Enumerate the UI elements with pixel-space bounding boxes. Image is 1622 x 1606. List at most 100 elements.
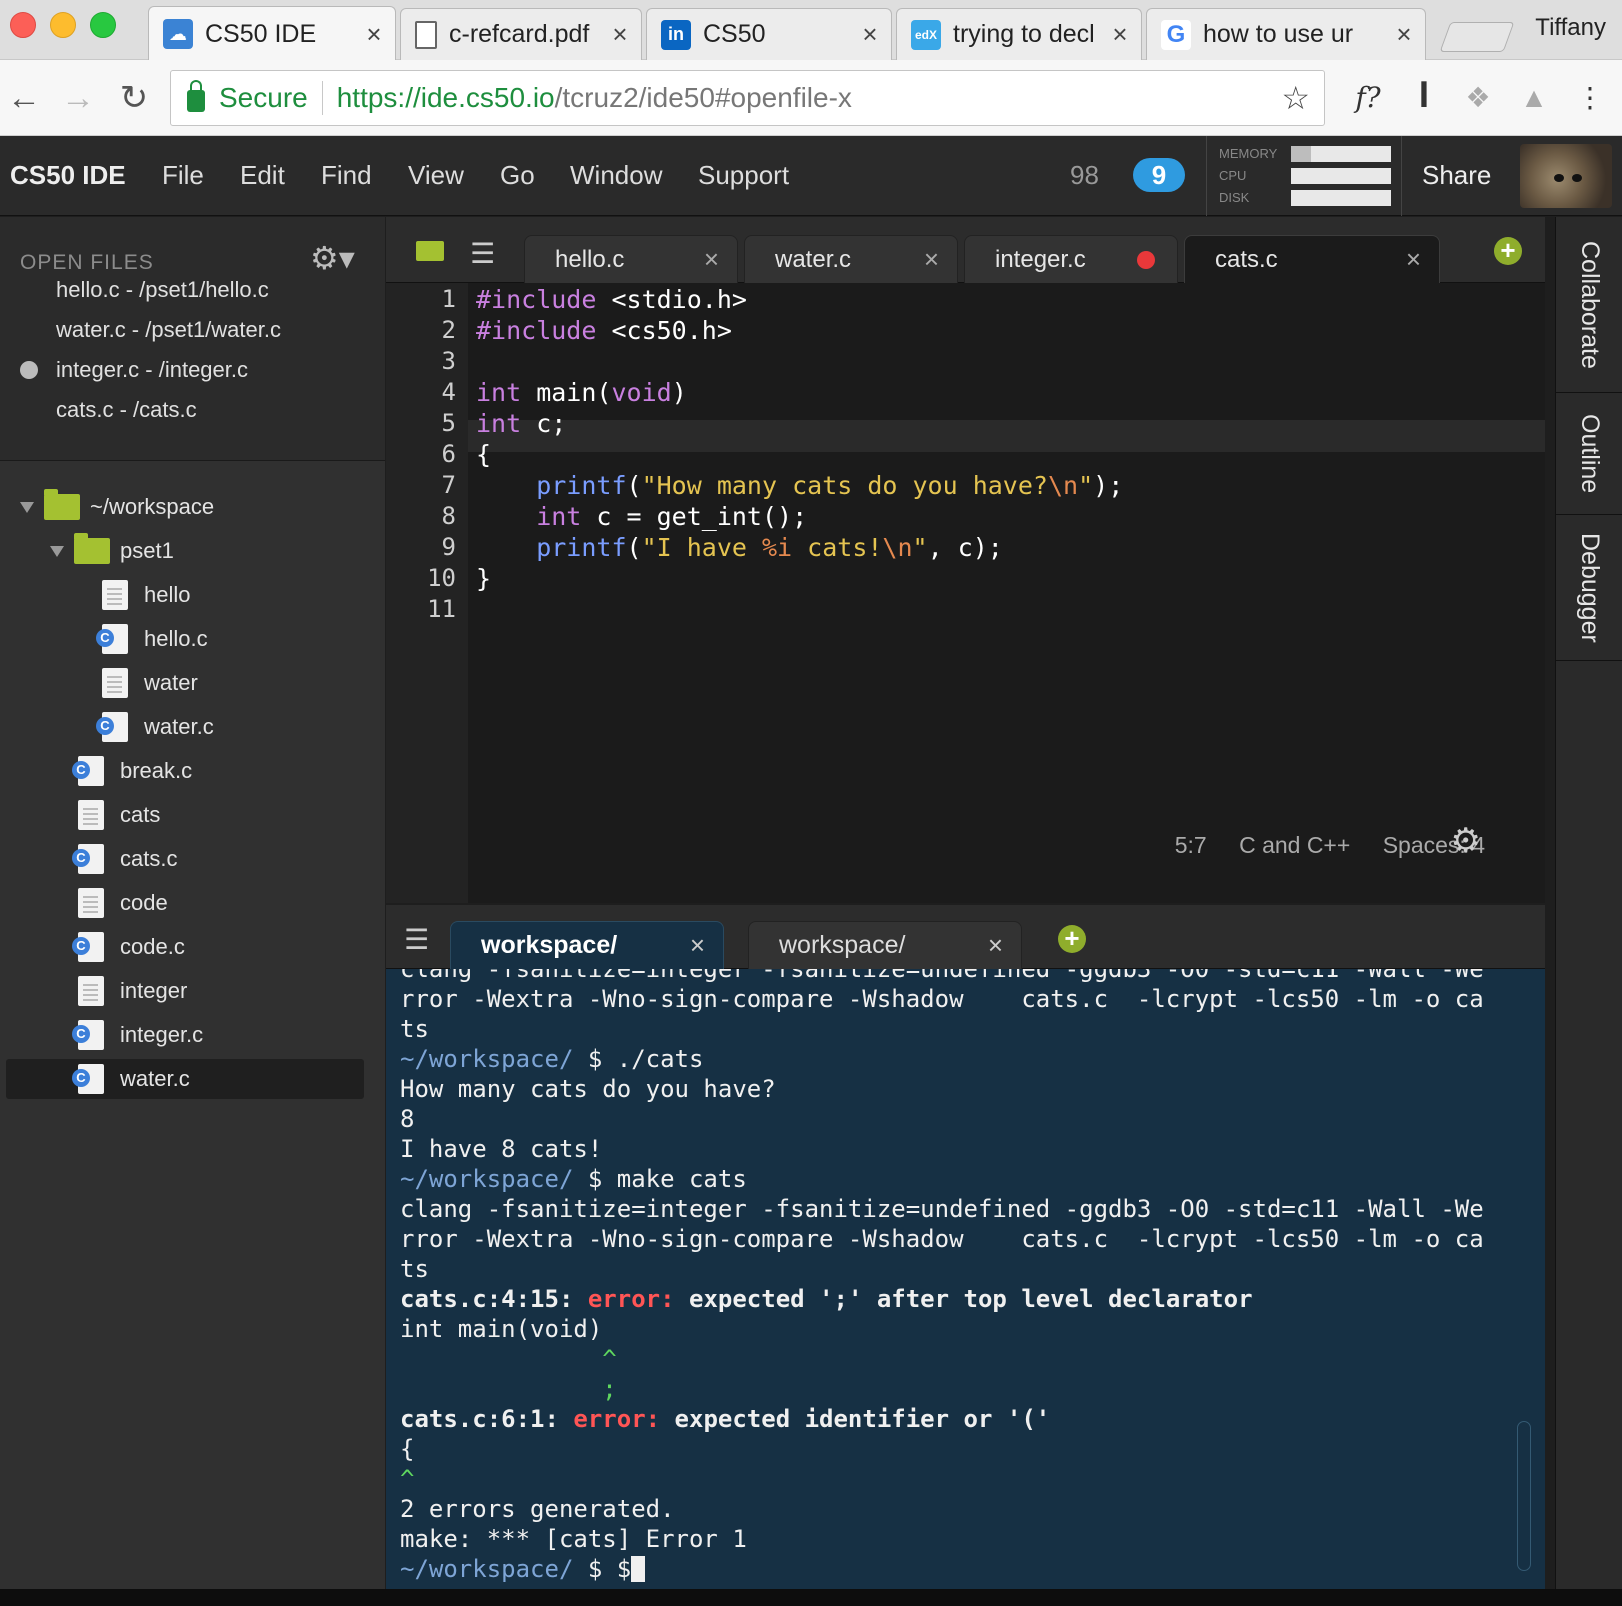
back-arrow-icon[interactable]: ← xyxy=(4,78,44,118)
tree-label: integer.c xyxy=(120,1022,204,1047)
terminal-tab-active[interactable]: workspace/ × xyxy=(450,921,724,969)
code-token: ( xyxy=(626,533,642,562)
url-path: /tcruz2/ide50#openfile-x xyxy=(554,82,852,113)
menu-file[interactable]: File xyxy=(162,160,204,191)
drive-icon[interactable]: ▲ xyxy=(1514,78,1554,118)
close-icon[interactable]: × xyxy=(690,930,705,961)
language-mode[interactable]: C and C++ xyxy=(1239,832,1350,858)
tree-file-selected[interactable]: water.c xyxy=(6,1059,364,1099)
open-file-item[interactable]: hello.c - /pset1/hello.c xyxy=(56,277,269,303)
tree-file[interactable]: water xyxy=(102,663,198,703)
cursor-position[interactable]: 5:7 xyxy=(1175,832,1207,858)
c-file-icon xyxy=(72,844,104,874)
cs-extension-icon[interactable]: ꟾ xyxy=(1404,78,1444,118)
open-file-item[interactable]: integer.c - /integer.c xyxy=(56,357,248,383)
tree-folder-pset1[interactable]: pset1 xyxy=(50,531,174,571)
tree-file[interactable]: cats.c xyxy=(72,839,177,879)
code-token: ( xyxy=(626,471,642,500)
close-tab-icon[interactable]: × xyxy=(1389,19,1419,50)
tree-file[interactable]: hello xyxy=(102,575,190,615)
reload-icon[interactable]: ↻ xyxy=(114,78,154,118)
tab-collaborate[interactable]: Collaborate xyxy=(1556,217,1622,393)
browser-tab-google[interactable]: G how to use ur × xyxy=(1146,8,1426,60)
tree-file[interactable]: integer.c xyxy=(72,1015,204,1055)
add-terminal-button[interactable]: + xyxy=(1058,925,1086,953)
open-file-item[interactable]: water.c - /pset1/water.c xyxy=(56,317,281,343)
gear-icon[interactable]: ⚙▾ xyxy=(310,239,355,277)
terminal-tab-label: workspace/ xyxy=(481,931,618,959)
formula-extension-icon[interactable]: f? xyxy=(1348,78,1388,118)
list-icon[interactable]: ☰ xyxy=(470,237,495,270)
tree-file[interactable]: water.c xyxy=(96,707,214,747)
tree-file[interactable]: hello.c xyxy=(96,619,208,659)
close-tab-icon[interactable]: × xyxy=(855,19,885,50)
list-icon[interactable]: ☰ xyxy=(404,923,429,956)
gear-icon[interactable]: ⚙ xyxy=(1451,821,1481,861)
close-icon[interactable]: × xyxy=(1406,244,1421,275)
add-tab-button[interactable]: + xyxy=(1494,237,1522,265)
terminal-line: I have 8 cats! xyxy=(400,1135,603,1163)
tree-file[interactable]: code.c xyxy=(72,927,185,967)
close-window-button[interactable] xyxy=(10,12,36,38)
folder-icon[interactable] xyxy=(416,241,444,261)
tree-file[interactable]: integer xyxy=(78,971,187,1011)
menu-support[interactable]: Support xyxy=(698,160,789,191)
close-icon[interactable]: × xyxy=(924,244,939,275)
cloud-badge-icon[interactable]: 9 xyxy=(1133,158,1185,192)
share-button[interactable]: Share xyxy=(1422,160,1491,191)
code-line: printf("How many cats do you have?\n"); xyxy=(476,471,1123,500)
code-line: #include <stdio.h> xyxy=(476,285,747,314)
terminal-line: rror -Wextra -Wno-sign-compare -Wshadow … xyxy=(400,985,1484,1013)
unsaved-dot-icon xyxy=(1137,251,1155,269)
open-file-item[interactable]: cats.c - /cats.c xyxy=(56,397,197,423)
c-file-icon xyxy=(72,1064,104,1094)
terminal-prompt: ~/workspace/ xyxy=(400,1045,574,1073)
editor-tab-water[interactable]: water.c × xyxy=(744,235,958,283)
editor-tab-cats[interactable]: cats.c × xyxy=(1184,235,1440,283)
tab-title: CS50 xyxy=(703,20,766,48)
code-token: "I have xyxy=(641,533,762,562)
editor-tab-integer[interactable]: integer.c xyxy=(964,235,1178,283)
terminal-output[interactable]: clang -fsanitize=integer -fsanitize=unde… xyxy=(400,969,1520,1589)
editor-tab-hello[interactable]: hello.c × xyxy=(524,235,738,283)
avatar[interactable] xyxy=(1520,144,1612,208)
tree-folder-workspace[interactable]: ~/workspace xyxy=(20,487,214,527)
tab-debugger[interactable]: Debugger xyxy=(1556,515,1622,661)
c-file-icon xyxy=(72,756,104,786)
menu-window[interactable]: Window xyxy=(570,160,662,191)
bookmark-star-icon[interactable]: ☆ xyxy=(1281,79,1310,117)
dropbox-icon[interactable]: ❖ xyxy=(1458,78,1498,118)
browser-tab-edx[interactable]: edX trying to decl × xyxy=(896,8,1142,60)
tree-file[interactable]: break.c xyxy=(72,751,192,791)
close-icon[interactable]: × xyxy=(704,244,719,275)
close-tab-icon[interactable]: × xyxy=(605,19,635,50)
browser-tab-c-refcard[interactable]: c-refcard.pdf × xyxy=(400,8,642,60)
terminal-line: int main(void) xyxy=(400,1315,603,1343)
browser-tab-cs50-ide[interactable]: ☁ CS50 IDE × xyxy=(148,6,396,61)
browser-tab-linkedin[interactable]: in CS50 × xyxy=(646,8,892,60)
terminal-scrollbar[interactable] xyxy=(1517,1421,1531,1571)
minimize-window-button[interactable] xyxy=(50,12,76,38)
tab-outline[interactable]: Outline xyxy=(1556,393,1622,515)
error-message: expected identifier or '(' xyxy=(660,1405,1051,1433)
expand-arrow-icon[interactable] xyxy=(20,501,34,513)
tree-file[interactable]: cats xyxy=(78,795,160,835)
close-tab-icon[interactable]: × xyxy=(1105,19,1135,50)
profile-name[interactable]: Tiffany xyxy=(1535,14,1606,42)
expand-arrow-icon[interactable] xyxy=(50,545,64,557)
address-bar[interactable]: Secure https://ide.cs50.io /tcruz2/ide50… xyxy=(170,70,1325,126)
menu-edit[interactable]: Edit xyxy=(240,160,285,191)
tree-file[interactable]: code xyxy=(78,883,168,923)
terminal-tab[interactable]: workspace/ × xyxy=(748,921,1022,969)
close-tab-icon[interactable]: × xyxy=(359,19,389,50)
line-number: 7 xyxy=(441,471,456,499)
maximize-window-button[interactable] xyxy=(90,12,116,38)
browser-menu-icon[interactable]: ⋮ xyxy=(1570,78,1610,118)
menu-find[interactable]: Find xyxy=(321,160,372,191)
menu-go[interactable]: Go xyxy=(500,160,535,191)
close-icon[interactable]: × xyxy=(988,930,1003,961)
forward-arrow-icon[interactable]: → xyxy=(58,78,98,118)
new-tab-button[interactable] xyxy=(1439,22,1515,52)
menu-view[interactable]: View xyxy=(408,160,464,191)
lock-icon xyxy=(187,80,205,112)
